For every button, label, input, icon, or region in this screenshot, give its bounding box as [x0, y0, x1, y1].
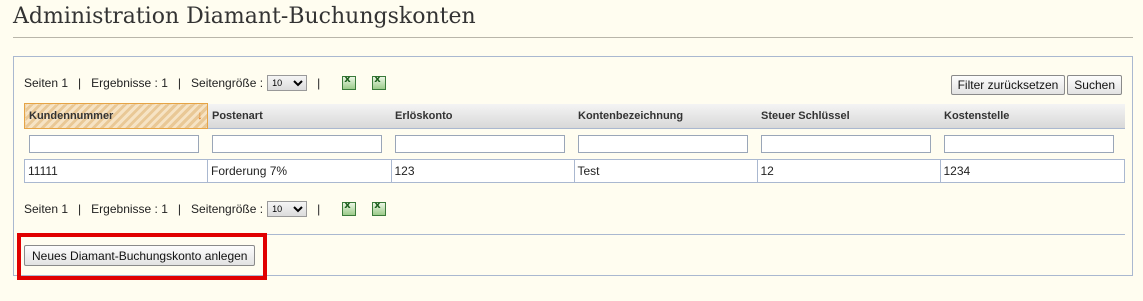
- column-header-kundennummer[interactable]: Kundennummer ↓: [24, 103, 208, 129]
- page-size-label: Seitengröße :: [191, 202, 264, 216]
- pager-separator: |: [78, 202, 82, 216]
- excel-export-icon[interactable]: [342, 74, 357, 90]
- column-header-postenart[interactable]: Postenart: [207, 103, 391, 129]
- page-title: Administration Diamant-Buchungskonten: [13, 4, 476, 29]
- table-cell: 123: [390, 159, 575, 183]
- column-header-label: Kundennummer: [29, 110, 114, 122]
- pager-separator: |: [317, 202, 321, 216]
- excel-export-icon[interactable]: [342, 200, 357, 216]
- pager-separator: |: [78, 76, 82, 90]
- filter-kostenstelle-input[interactable]: [944, 135, 1114, 153]
- search-button[interactable]: Suchen: [1067, 75, 1122, 95]
- new-account-button[interactable]: Neues Diamant-Buchungskonto anlegen: [24, 245, 256, 266]
- column-header-erloeskonto[interactable]: Erlöskonto: [391, 103, 574, 129]
- filter-row: [24, 128, 1125, 160]
- table-cell: 12: [756, 159, 941, 183]
- page-size-select[interactable]: 10: [267, 75, 308, 91]
- pager-separator: |: [317, 76, 321, 90]
- filter-kundennummer-input[interactable]: [28, 135, 199, 153]
- pager-results: Ergebnisse : 1: [91, 202, 168, 216]
- table-header: Kundennummer ↓ Postenart Erlöskonto Kont…: [24, 103, 1125, 129]
- title-divider: [13, 37, 1133, 38]
- reset-filter-button[interactable]: Filter zurücksetzen: [950, 75, 1066, 95]
- pager-separator: |: [177, 202, 182, 216]
- table-cell: 11111: [24, 159, 208, 183]
- accounts-table: Kundennummer ↓ Postenart Erlöskonto Kont…: [24, 103, 1125, 183]
- pager-top: Seiten 1 | Ergebnisse : 1 | Seitengröße …: [24, 74, 387, 91]
- pager-pages: Seiten 1: [24, 76, 69, 90]
- column-header-steuer-schluessel[interactable]: Steuer Schlüssel: [757, 103, 940, 129]
- table-cell: Test: [573, 159, 758, 183]
- pager-bottom: Seiten 1 | Ergebnisse : 1 | Seitengröße …: [24, 200, 387, 217]
- pager-separator: |: [177, 76, 182, 90]
- table-cell: Forderung 7%: [207, 159, 392, 183]
- table-row[interactable]: 11111 Forderung 7% 123 Test 12 1234: [24, 159, 1125, 183]
- filter-erloeskonto-input[interactable]: [395, 135, 565, 153]
- table-cell: 1234: [939, 159, 1125, 183]
- column-header-kontenbezeichnung[interactable]: Kontenbezeichnung: [574, 103, 757, 129]
- excel-export-icon[interactable]: [372, 200, 387, 216]
- pager-results: Ergebnisse : 1: [91, 76, 168, 90]
- filter-kontenbezeichnung-input[interactable]: [578, 135, 748, 153]
- page-size-select[interactable]: 10: [267, 201, 308, 217]
- column-header-kostenstelle[interactable]: Kostenstelle: [940, 103, 1125, 129]
- pager-pages: Seiten 1: [24, 202, 69, 216]
- sort-descending-icon: ↓: [197, 108, 203, 122]
- filter-steuer-schluessel-input[interactable]: [761, 135, 931, 153]
- page-size-label: Seitengröße :: [191, 76, 264, 90]
- filter-actions: Filter zurücksetzen Suchen: [950, 75, 1122, 95]
- excel-export-icon[interactable]: [372, 74, 387, 90]
- filter-postenart-input[interactable]: [211, 135, 382, 153]
